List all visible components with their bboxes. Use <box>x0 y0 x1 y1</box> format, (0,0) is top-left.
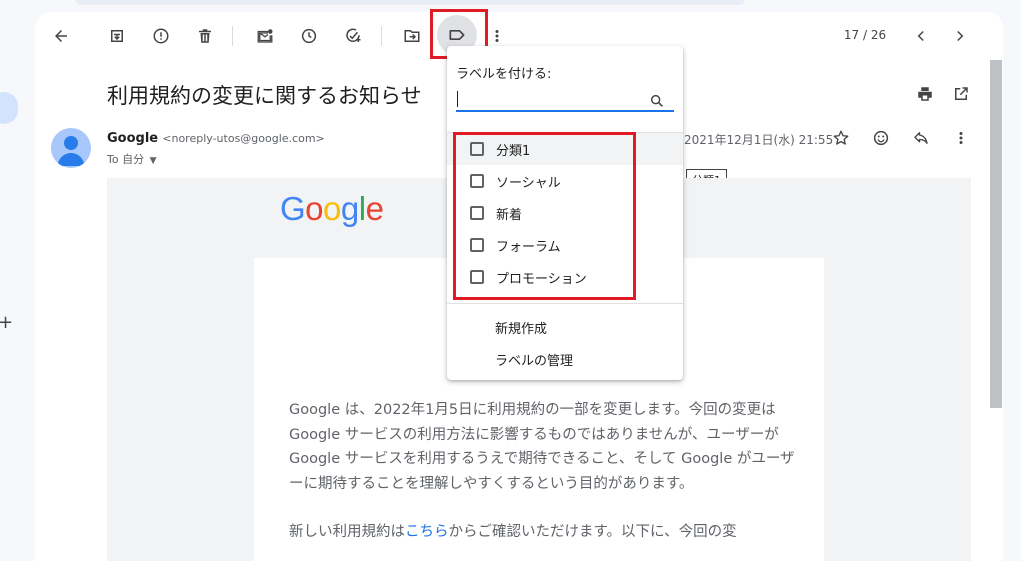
mark-unread-icon <box>257 29 273 43</box>
scrollbar-thumb[interactable] <box>990 60 1002 408</box>
print-icon <box>918 87 932 101</box>
reply-icon <box>914 132 928 144</box>
label-option[interactable]: プロモーション <box>447 261 683 293</box>
body-paragraph: 新しい利用規約はこちらからご確認いただけます。以下に、今回の変 <box>289 520 799 545</box>
open-new-window-button[interactable] <box>945 78 977 110</box>
add-icon[interactable]: + <box>0 314 13 332</box>
checkbox[interactable] <box>470 174 484 188</box>
label-option-text: プロモーション <box>496 271 587 287</box>
checkbox[interactable] <box>470 206 484 220</box>
mail-body-text: Google は、2022年1月5日に利用規約の一部を変更します。今回の変更は … <box>289 398 799 561</box>
report-spam-icon <box>153 28 169 44</box>
create-label-button[interactable]: 新規作成 <box>495 318 547 337</box>
text-cursor <box>457 91 458 107</box>
search-icon[interactable] <box>649 93 665 109</box>
star-icon <box>833 130 849 145</box>
label-option[interactable]: 新着 <box>447 197 683 229</box>
toolbar-divider <box>381 26 382 46</box>
label-option-text: 新着 <box>496 207 523 223</box>
add-task-button[interactable] <box>337 20 369 52</box>
label-option-text: ソーシャル <box>496 175 561 191</box>
add-task-icon <box>346 28 361 43</box>
older-button[interactable] <box>944 20 976 52</box>
delete-icon <box>199 29 211 43</box>
checkbox[interactable] <box>470 142 484 156</box>
top-strip <box>75 0 745 5</box>
chevron-right-icon <box>957 30 964 42</box>
sender-email: <noreply-utos@google.com> <box>162 132 325 145</box>
sender-name: Google <box>107 131 159 146</box>
checkbox[interactable] <box>470 270 484 284</box>
compose-side-pill[interactable] <box>0 92 18 124</box>
arrow-back-icon <box>55 30 67 42</box>
body-text-run: 新しい利用規約は <box>289 524 405 540</box>
email-subject: 利用規約の変更に関するお知らせ <box>107 84 422 108</box>
label-menu: ラベルを付ける: 分類1 ソーシャル 新着 フォーラム プロモーション 新規作成… <box>447 46 683 380</box>
archive-button[interactable] <box>101 20 133 52</box>
body-text-run: からご確認いただけます。以下に、今回の変 <box>448 524 737 540</box>
move-to-icon <box>404 30 420 42</box>
pager-count: 17 / 26 <box>843 28 887 42</box>
delete-button[interactable] <box>189 20 221 52</box>
person-icon <box>57 136 85 166</box>
chevron-left-icon <box>917 30 924 42</box>
caret-down-icon: ▼ <box>149 156 157 166</box>
star-button[interactable] <box>825 122 857 154</box>
move-to-button[interactable] <box>396 20 428 52</box>
print-button[interactable] <box>909 78 941 110</box>
label-option[interactable]: フォーラム <box>447 229 683 261</box>
label-option[interactable]: 分類1 <box>447 133 683 165</box>
more-vert-icon <box>959 132 963 144</box>
manage-labels-button[interactable]: ラベルの管理 <box>495 350 573 369</box>
google-logo: Google <box>280 190 384 227</box>
label-option[interactable]: ソーシャル <box>447 165 683 197</box>
toolbar-divider <box>232 26 233 46</box>
checkbox[interactable] <box>470 238 484 252</box>
open-in-new-icon <box>955 87 968 100</box>
email-date: 2021年12月1日(水) 21:55 <box>684 133 834 147</box>
emoji-button[interactable] <box>865 122 897 154</box>
reply-button[interactable] <box>905 122 937 154</box>
recipient-toggle[interactable]: To 自分 ▼ <box>107 151 157 167</box>
terms-link[interactable]: こちら <box>405 524 449 540</box>
message-more-button[interactable] <box>945 122 977 154</box>
report-spam-button[interactable] <box>145 20 177 52</box>
snooze-icon <box>301 28 317 44</box>
label-option-text: 分類1 <box>496 143 531 159</box>
sender-line: Google <noreply-utos@google.com> <box>107 131 325 146</box>
avatar[interactable] <box>51 128 91 168</box>
mark-unread-button[interactable] <box>249 20 281 52</box>
label-option-text: フォーラム <box>496 239 561 255</box>
newer-button[interactable] <box>905 20 937 52</box>
label-search-input[interactable] <box>456 88 674 112</box>
back-button[interactable] <box>45 20 77 52</box>
label-menu-heading: ラベルを付ける: <box>456 67 552 82</box>
menu-divider <box>447 303 683 304</box>
snooze-button[interactable] <box>293 20 325 52</box>
archive-icon <box>111 30 123 42</box>
more-vert-icon <box>495 30 499 42</box>
label-icon <box>449 30 465 41</box>
body-paragraph: Google は、2022年1月5日に利用規約の一部を変更します。今回の変更は … <box>289 402 795 492</box>
emoji-icon <box>873 130 889 146</box>
recipient-label: To 自分 <box>107 153 145 166</box>
